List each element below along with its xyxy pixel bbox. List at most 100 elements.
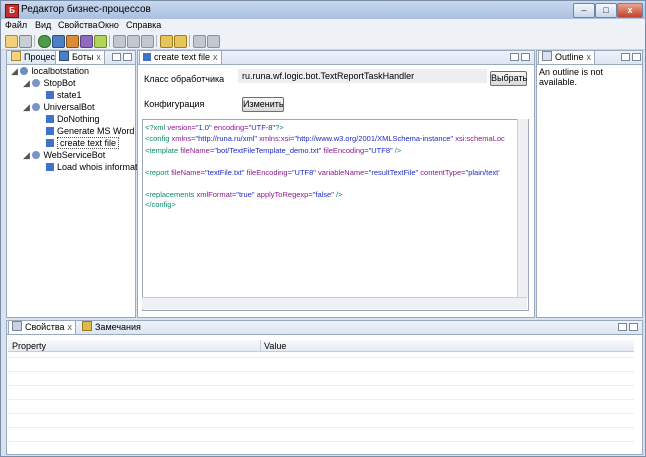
- remarks-icon: [82, 321, 92, 331]
- bot-icon: [32, 151, 41, 159]
- tree-item-webservicebot[interactable]: ◢ WebServiceBot: [23, 150, 105, 161]
- xml-token: <template: [145, 146, 181, 155]
- title-bar: Б Редактор бизнес-процессов – □ x: [1, 1, 645, 19]
- xml-token: fileEncoding=: [321, 146, 369, 155]
- copy-icon[interactable]: [127, 35, 140, 48]
- tab-remarks[interactable]: Замечания: [79, 321, 144, 334]
- tree-item-stopbot[interactable]: ◢ StopBot: [23, 78, 75, 89]
- new-process-icon[interactable]: [5, 35, 18, 48]
- upload-icon[interactable]: [207, 35, 220, 48]
- xml-token: xmlFormat=: [196, 190, 237, 199]
- xml-token: <replacements: [145, 190, 197, 199]
- xml-token: "http://www.w3.org/2001/XMLSchema-instan…: [294, 134, 454, 143]
- handler-class-field[interactable]: ru.runa.wf.logic.bot.TextReportTaskHandl…: [238, 69, 487, 83]
- undo-icon[interactable]: [160, 35, 173, 48]
- xml-token: ?>: [275, 123, 284, 132]
- tab-processes[interactable]: Процес: [8, 51, 58, 64]
- tab-label: create text file: [154, 52, 211, 62]
- export-icon[interactable]: [94, 35, 107, 48]
- collapse-icon[interactable]: ◢: [11, 66, 18, 76]
- menu-view[interactable]: Вид: [35, 20, 51, 30]
- tree-item-generate-ms-word[interactable]: Generate MS Word Re: [46, 126, 148, 137]
- bot-icon: [32, 103, 41, 111]
- horizontal-scrollbar[interactable]: [142, 297, 527, 309]
- task-icon: [143, 53, 151, 61]
- tree-item-state1[interactable]: state1: [46, 90, 82, 101]
- tree-item-donothing[interactable]: DoNothing: [46, 114, 100, 125]
- redo-icon[interactable]: [174, 35, 187, 48]
- xml-token: "1.0": [195, 123, 212, 132]
- tab-create-text-file[interactable]: create text file x: [139, 51, 222, 64]
- outline-panel: Outline x An outline is not available.: [536, 50, 643, 318]
- save-icon[interactable]: [113, 35, 126, 48]
- xml-token: <?xml: [145, 123, 168, 132]
- task-icon: [46, 163, 54, 171]
- task-icon[interactable]: [66, 35, 79, 48]
- collapse-icon[interactable]: ◢: [23, 150, 30, 160]
- xml-token: fileName=: [180, 146, 215, 155]
- task-icon: [46, 139, 54, 147]
- maximize-panel-icon[interactable]: [521, 53, 530, 61]
- menu-properties[interactable]: Свойства: [58, 20, 98, 30]
- outline-tabs: Outline x: [537, 51, 642, 65]
- minimize-panel-icon[interactable]: [618, 323, 627, 331]
- collapse-icon[interactable]: ◢: [23, 102, 30, 112]
- menu-help[interactable]: Справка: [126, 20, 161, 30]
- bots-panel-tabs: Процес Боты x: [7, 51, 135, 65]
- tree-item-universalbot[interactable]: ◢ UniversalBot: [23, 102, 94, 113]
- xml-token: contentType=: [418, 168, 466, 177]
- toolbar-separator: [34, 35, 35, 47]
- close-icon[interactable]: x: [587, 52, 592, 62]
- column-divider[interactable]: [260, 340, 261, 351]
- maximize-panel-icon[interactable]: [123, 53, 132, 61]
- deploy-icon[interactable]: [193, 35, 206, 48]
- maximize-panel-icon[interactable]: [632, 53, 641, 61]
- toolbar: [1, 33, 645, 50]
- tree-item-localbotstation[interactable]: ◢ localbotstation: [11, 66, 89, 77]
- minimize-panel-icon[interactable]: [112, 53, 121, 61]
- delete-icon[interactable]: [141, 35, 154, 48]
- close-icon[interactable]: x: [213, 52, 218, 62]
- app-icon: Б: [5, 4, 19, 18]
- tab-outline[interactable]: Outline x: [538, 51, 596, 64]
- xml-line: <template fileName="bot/TextFileTemplate…: [145, 146, 401, 155]
- xml-token: encoding=: [211, 123, 249, 132]
- menu-file[interactable]: Файл: [5, 20, 27, 30]
- minimize-panel-icon[interactable]: [510, 53, 519, 61]
- outline-icon: [542, 51, 552, 61]
- bot-icon: [59, 51, 69, 61]
- task-icon: [46, 127, 54, 135]
- bot-station-icon[interactable]: [38, 35, 51, 48]
- xml-token: fileEncoding=: [244, 168, 292, 177]
- tree-item-create-text-file[interactable]: create text file: [46, 137, 120, 149]
- toolbar-separator: [156, 35, 157, 47]
- outline-message: An outline is not available.: [539, 67, 604, 87]
- edit-button[interactable]: Изменить: [242, 97, 284, 112]
- xml-token: xmlns:xsi=: [257, 134, 295, 143]
- tree-item-load-whois[interactable]: Load whois informati: [46, 162, 140, 173]
- vertical-scrollbar[interactable]: [517, 119, 528, 297]
- xml-token: <report: [145, 168, 172, 177]
- xml-editor[interactable]: <?xml version="1.0" encoding="UTF-8"?> <c…: [142, 119, 529, 311]
- import-icon[interactable]: [80, 35, 93, 48]
- close-icon[interactable]: x: [68, 322, 73, 332]
- minimize-button[interactable]: –: [573, 3, 595, 18]
- settings-icon[interactable]: [19, 35, 32, 48]
- table-row: [8, 413, 634, 414]
- menu-window[interactable]: Окно: [98, 20, 119, 30]
- maximize-panel-icon[interactable]: [629, 323, 638, 331]
- xml-token: applyToRegexp=: [254, 190, 313, 199]
- editor-tabs: create text file x: [138, 51, 534, 65]
- select-button[interactable]: Выбрать: [490, 71, 527, 86]
- close-window-button[interactable]: x: [617, 3, 643, 18]
- properties-icon: [12, 321, 22, 331]
- xml-token: />: [392, 146, 402, 155]
- tab-bots[interactable]: Боты x: [55, 51, 105, 64]
- bot-icon[interactable]: [52, 35, 65, 48]
- tree-label: Load whois informati: [57, 162, 140, 172]
- minimize-panel-icon[interactable]: [621, 53, 630, 61]
- close-icon[interactable]: x: [96, 52, 101, 62]
- tab-properties[interactable]: Свойства x: [8, 321, 77, 334]
- collapse-icon[interactable]: ◢: [23, 78, 30, 88]
- maximize-button[interactable]: □: [595, 3, 617, 18]
